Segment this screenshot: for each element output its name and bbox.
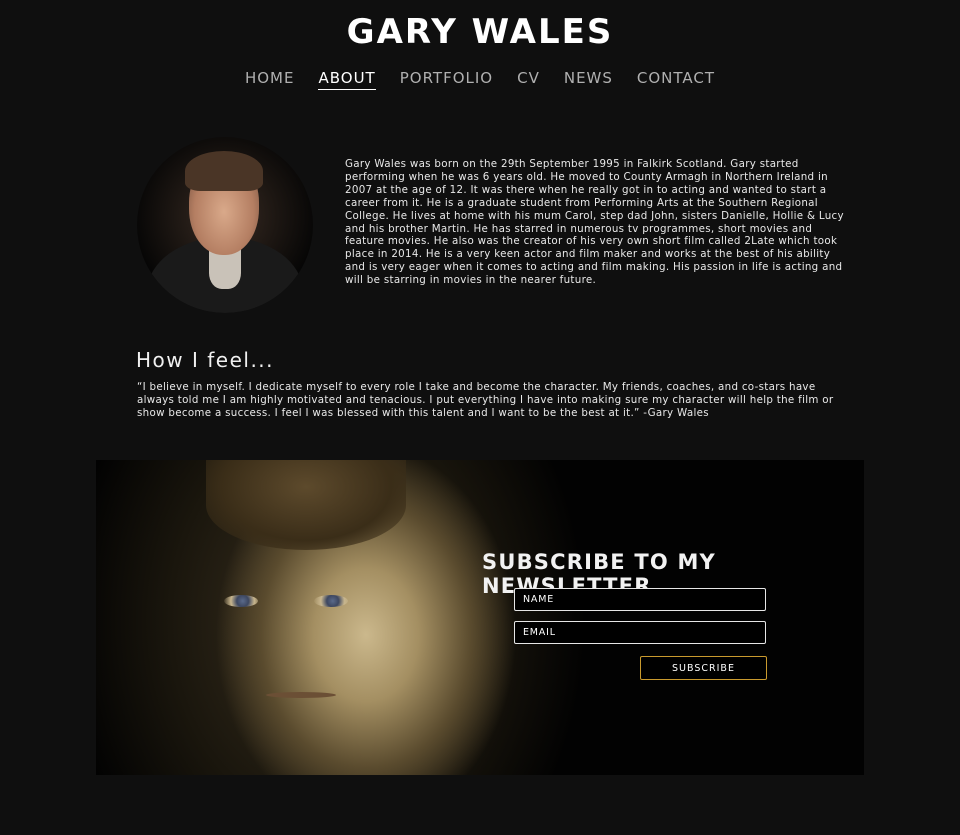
nav-item-news[interactable]: NEWS <box>564 68 613 90</box>
newsletter-photo <box>96 460 626 775</box>
photo-collar <box>209 249 241 289</box>
photo-mouth <box>266 692 336 698</box>
photo-eye-left <box>224 595 258 607</box>
feel-heading: How I feel... <box>136 348 275 372</box>
nav-item-home[interactable]: HOME <box>245 68 295 90</box>
email-input[interactable] <box>514 621 766 644</box>
newsletter-section: SUBSCRIBE TO MY NEWSLETTER SUBSCRIBE <box>96 460 864 775</box>
nav-item-contact[interactable]: CONTACT <box>637 68 715 90</box>
profile-photo <box>137 137 313 313</box>
photo-hair <box>185 151 263 191</box>
photo-hair <box>206 460 406 550</box>
subscribe-button[interactable]: SUBSCRIBE <box>640 656 767 680</box>
nav-item-about[interactable]: ABOUT <box>318 68 376 90</box>
main-nav: HOME ABOUT PORTFOLIO CV NEWS CONTACT <box>0 68 960 90</box>
nav-item-cv[interactable]: CV <box>517 68 540 90</box>
feel-quote: “I believe in myself. I dedicate myself … <box>137 381 834 419</box>
name-input[interactable] <box>514 588 766 611</box>
photo-eye-right <box>314 595 348 607</box>
bio-text: Gary Wales was born on the 29th Septembe… <box>345 158 844 287</box>
nav-item-portfolio[interactable]: PORTFOLIO <box>400 68 493 90</box>
site-title[interactable]: GARY WALES <box>0 12 960 52</box>
